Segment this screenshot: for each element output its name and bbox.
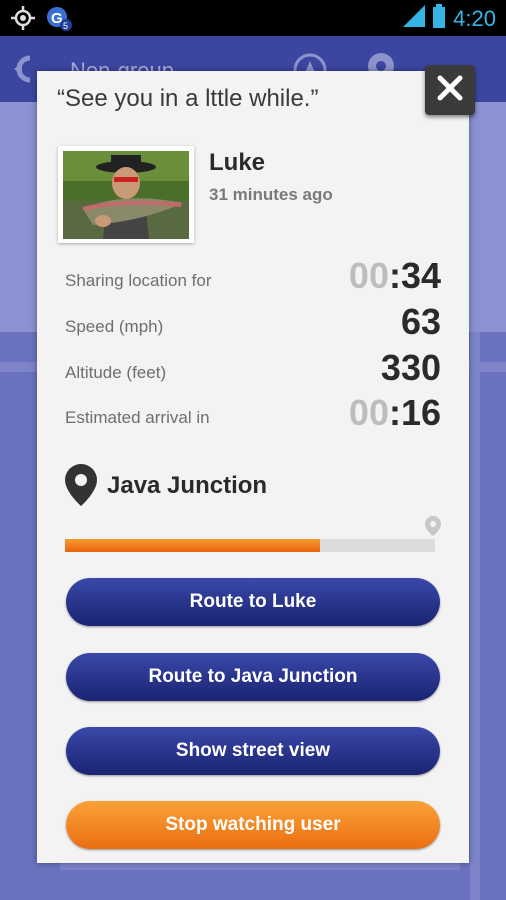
stat-label: Estimated arrival in	[65, 408, 210, 427]
destination-end-pin-icon	[424, 515, 442, 542]
destination-pin-icon	[64, 463, 98, 512]
notification-g-icon: G5	[46, 5, 72, 31]
arrival-progress-fill	[65, 539, 321, 552]
gps-icon	[10, 5, 36, 31]
status-message: “See you in a lttle while.”	[57, 85, 319, 112]
signal-icon	[403, 5, 426, 33]
stat-value: 330	[381, 347, 441, 389]
svg-text:5: 5	[63, 21, 68, 31]
battery-icon	[433, 4, 446, 34]
route-to-destination-button[interactable]: Route to Java Junction	[66, 653, 440, 701]
stat-value: 00:34	[349, 255, 441, 297]
stop-watching-button[interactable]: Stop watching user	[66, 801, 440, 849]
close-button[interactable]	[425, 65, 475, 115]
stat-value-dim: 00	[348, 392, 389, 433]
stat-value-main: 330	[380, 347, 441, 388]
user-detail-dialog: “See you in a lttle while.” Luke 31 minu…	[37, 71, 469, 863]
stat-value-main: :16	[388, 392, 441, 433]
user-avatar	[58, 146, 194, 243]
arrival-progress-bar	[65, 539, 435, 552]
user-name: Luke	[209, 149, 266, 176]
stat-label: Speed (mph)	[65, 317, 164, 336]
stat-label: Altitude (feet)	[65, 363, 167, 382]
stat-value: 00:16	[349, 392, 441, 434]
close-icon	[437, 75, 463, 106]
destination-name: Java Junction	[107, 472, 268, 499]
stat-value: 63	[401, 301, 441, 343]
stat-value-main: 63	[400, 301, 441, 342]
status-bar: G5 4:20	[0, 0, 506, 36]
last-seen-time: 31 minutes ago	[209, 185, 333, 204]
route-to-user-button[interactable]: Route to Luke	[66, 578, 440, 626]
stat-value-dim: 00	[348, 255, 389, 296]
stat-value-main: :34	[388, 255, 441, 296]
status-time: 4:20	[453, 6, 496, 31]
stat-label: Sharing location for	[65, 271, 212, 290]
street-view-button[interactable]: Show street view	[66, 727, 440, 775]
